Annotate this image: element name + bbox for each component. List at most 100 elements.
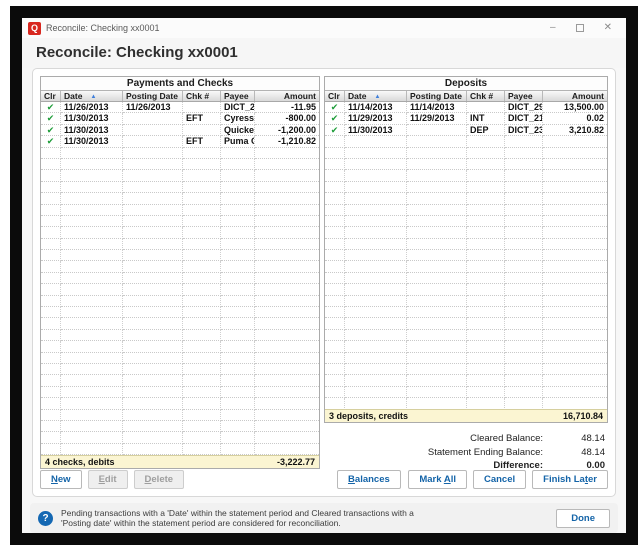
empty-row bbox=[41, 375, 319, 386]
col-chk[interactable]: Chk # bbox=[183, 91, 221, 101]
empty-row bbox=[41, 250, 319, 261]
empty-row bbox=[325, 261, 607, 272]
cell-date: 11/30/2013 bbox=[61, 113, 123, 124]
edit-button[interactable]: Edit bbox=[88, 470, 128, 489]
empty-row bbox=[41, 239, 319, 250]
cell-chk: EFT bbox=[183, 136, 221, 147]
col-payee[interactable]: Payee bbox=[505, 91, 543, 101]
payments-table-title: Payments and Checks bbox=[41, 77, 319, 90]
col-chk[interactable]: Chk # bbox=[467, 91, 505, 101]
table-row[interactable]: ✔ 11/14/2013 11/14/2013 DICT_29542 13,50… bbox=[325, 102, 607, 113]
empty-row bbox=[325, 250, 607, 261]
page-title: Reconcile: Checking xx0001 bbox=[22, 38, 626, 68]
cell-payee: Cyress Point Apts bbox=[221, 113, 255, 124]
reconcile-panel: Payments and Checks Clr Date▲ Posting Da… bbox=[32, 68, 616, 497]
balance-summary: Cleared Balance: 48.14 Statement Ending … bbox=[365, 432, 605, 473]
table-row[interactable]: ✔ 11/30/2013 DEP DICT_23619 3,210.82 bbox=[325, 125, 607, 136]
deposits-table-header: Clr Date▲ Posting Date Chk # Payee Amoun… bbox=[325, 90, 607, 102]
cell-chk: INT bbox=[467, 113, 505, 124]
cleared-check-icon[interactable]: ✔ bbox=[41, 113, 61, 124]
cell-date: 11/14/2013 bbox=[345, 102, 407, 113]
empty-row bbox=[41, 227, 319, 238]
empty-row bbox=[325, 341, 607, 352]
cell-chk bbox=[183, 125, 221, 136]
deposits-table: Deposits Clr Date▲ Posting Date Chk # Pa… bbox=[324, 76, 608, 423]
col-clr[interactable]: Clr bbox=[325, 91, 345, 101]
empty-row bbox=[41, 193, 319, 204]
table-row[interactable]: ✔ 11/26/2013 11/26/2013 DICT_29697 -11.9… bbox=[41, 102, 319, 113]
cell-amount: -1,210.82 bbox=[255, 136, 319, 147]
cell-chk: DEP bbox=[467, 125, 505, 136]
cleared-balance-value: 48.14 bbox=[543, 432, 605, 446]
new-button[interactable]: New bbox=[40, 470, 82, 489]
deposits-table-body: ✔ 11/14/2013 11/14/2013 DICT_29542 13,50… bbox=[325, 102, 607, 409]
deposits-table-title: Deposits bbox=[325, 77, 607, 90]
empty-row bbox=[41, 205, 319, 216]
cancel-button[interactable]: Cancel bbox=[473, 470, 526, 489]
payments-table-header: Clr Date▲ Posting Date Chk # Payee Amoun… bbox=[41, 90, 319, 102]
empty-row bbox=[41, 330, 319, 341]
col-clr[interactable]: Clr bbox=[41, 91, 61, 101]
empty-row bbox=[41, 364, 319, 375]
cell-amount: 0.02 bbox=[543, 113, 607, 124]
cleared-balance-label: Cleared Balance: bbox=[470, 432, 543, 446]
cell-posting-date: 11/29/2013 bbox=[407, 113, 467, 124]
cell-payee: Puma Construction bbox=[221, 136, 255, 147]
empty-row bbox=[41, 318, 319, 329]
cell-date: 11/30/2013 bbox=[61, 125, 123, 136]
empty-row bbox=[41, 432, 319, 443]
col-posting-date[interactable]: Posting Date bbox=[123, 91, 183, 101]
close-icon[interactable]: ✕ bbox=[604, 23, 612, 33]
cleared-check-icon[interactable]: ✔ bbox=[325, 113, 345, 124]
empty-row bbox=[41, 261, 319, 272]
col-amount[interactable]: Amount bbox=[543, 91, 607, 101]
cell-payee: DICT_29542 bbox=[505, 102, 543, 113]
col-posting-date[interactable]: Posting Date bbox=[407, 91, 467, 101]
cleared-check-icon[interactable]: ✔ bbox=[41, 136, 61, 147]
table-row[interactable]: ✔ 11/30/2013 Quicken Inc -1,200.00 bbox=[41, 125, 319, 136]
reconcile-window: Q Reconcile: Checking xx0001 – ✕ Reconci… bbox=[22, 18, 626, 533]
cleared-check-icon[interactable]: ✔ bbox=[325, 125, 345, 136]
empty-row bbox=[41, 284, 319, 295]
empty-row bbox=[325, 182, 607, 193]
col-amount[interactable]: Amount bbox=[255, 91, 319, 101]
empty-row bbox=[41, 273, 319, 284]
empty-row bbox=[325, 296, 607, 307]
col-payee[interactable]: Payee bbox=[221, 91, 255, 101]
cell-posting-date: 11/14/2013 bbox=[407, 102, 467, 113]
balances-button[interactable]: Balances bbox=[337, 470, 401, 489]
done-button[interactable]: Done bbox=[556, 509, 610, 528]
cell-date: 11/29/2013 bbox=[345, 113, 407, 124]
cleared-check-icon[interactable]: ✔ bbox=[325, 102, 345, 113]
cleared-check-icon[interactable]: ✔ bbox=[41, 102, 61, 113]
cell-amount: -1,200.00 bbox=[255, 125, 319, 136]
statement-ending-balance-value: 48.14 bbox=[543, 446, 605, 460]
table-row[interactable]: ✔ 11/29/2013 11/29/2013 INT DICT_21392 0… bbox=[325, 113, 607, 124]
cell-date: 11/30/2013 bbox=[345, 125, 407, 136]
finish-later-button[interactable]: Finish Later bbox=[532, 470, 608, 489]
cell-posting-date: 11/26/2013 bbox=[123, 102, 183, 113]
empty-row bbox=[41, 398, 319, 409]
empty-row bbox=[325, 159, 607, 170]
empty-row bbox=[325, 353, 607, 364]
mark-all-button[interactable]: Mark All bbox=[408, 470, 467, 489]
maximize-icon[interactable] bbox=[576, 24, 584, 32]
empty-row bbox=[325, 216, 607, 227]
cleared-check-icon[interactable]: ✔ bbox=[41, 125, 61, 136]
sort-asc-icon: ▲ bbox=[374, 94, 380, 100]
cell-date: 11/26/2013 bbox=[61, 102, 123, 113]
payments-summary-amount: -3,222.77 bbox=[277, 456, 315, 468]
empty-row bbox=[41, 444, 319, 455]
col-date[interactable]: Date▲ bbox=[345, 91, 407, 101]
table-row[interactable]: ✔ 11/30/2013 EFT Cyress Point Apts -800.… bbox=[41, 113, 319, 124]
footer-help-bar: ? Pending transactions with a 'Date' wit… bbox=[30, 503, 618, 533]
empty-row bbox=[41, 216, 319, 227]
empty-row bbox=[325, 364, 607, 375]
empty-row bbox=[325, 193, 607, 204]
table-row[interactable]: ✔ 11/30/2013 EFT Puma Construction -1,21… bbox=[41, 136, 319, 147]
cell-payee: DICT_29697 bbox=[221, 102, 255, 113]
minimize-icon[interactable]: – bbox=[550, 23, 556, 33]
col-date[interactable]: Date▲ bbox=[61, 91, 123, 101]
cell-chk: EFT bbox=[183, 113, 221, 124]
delete-button[interactable]: Delete bbox=[134, 470, 185, 489]
